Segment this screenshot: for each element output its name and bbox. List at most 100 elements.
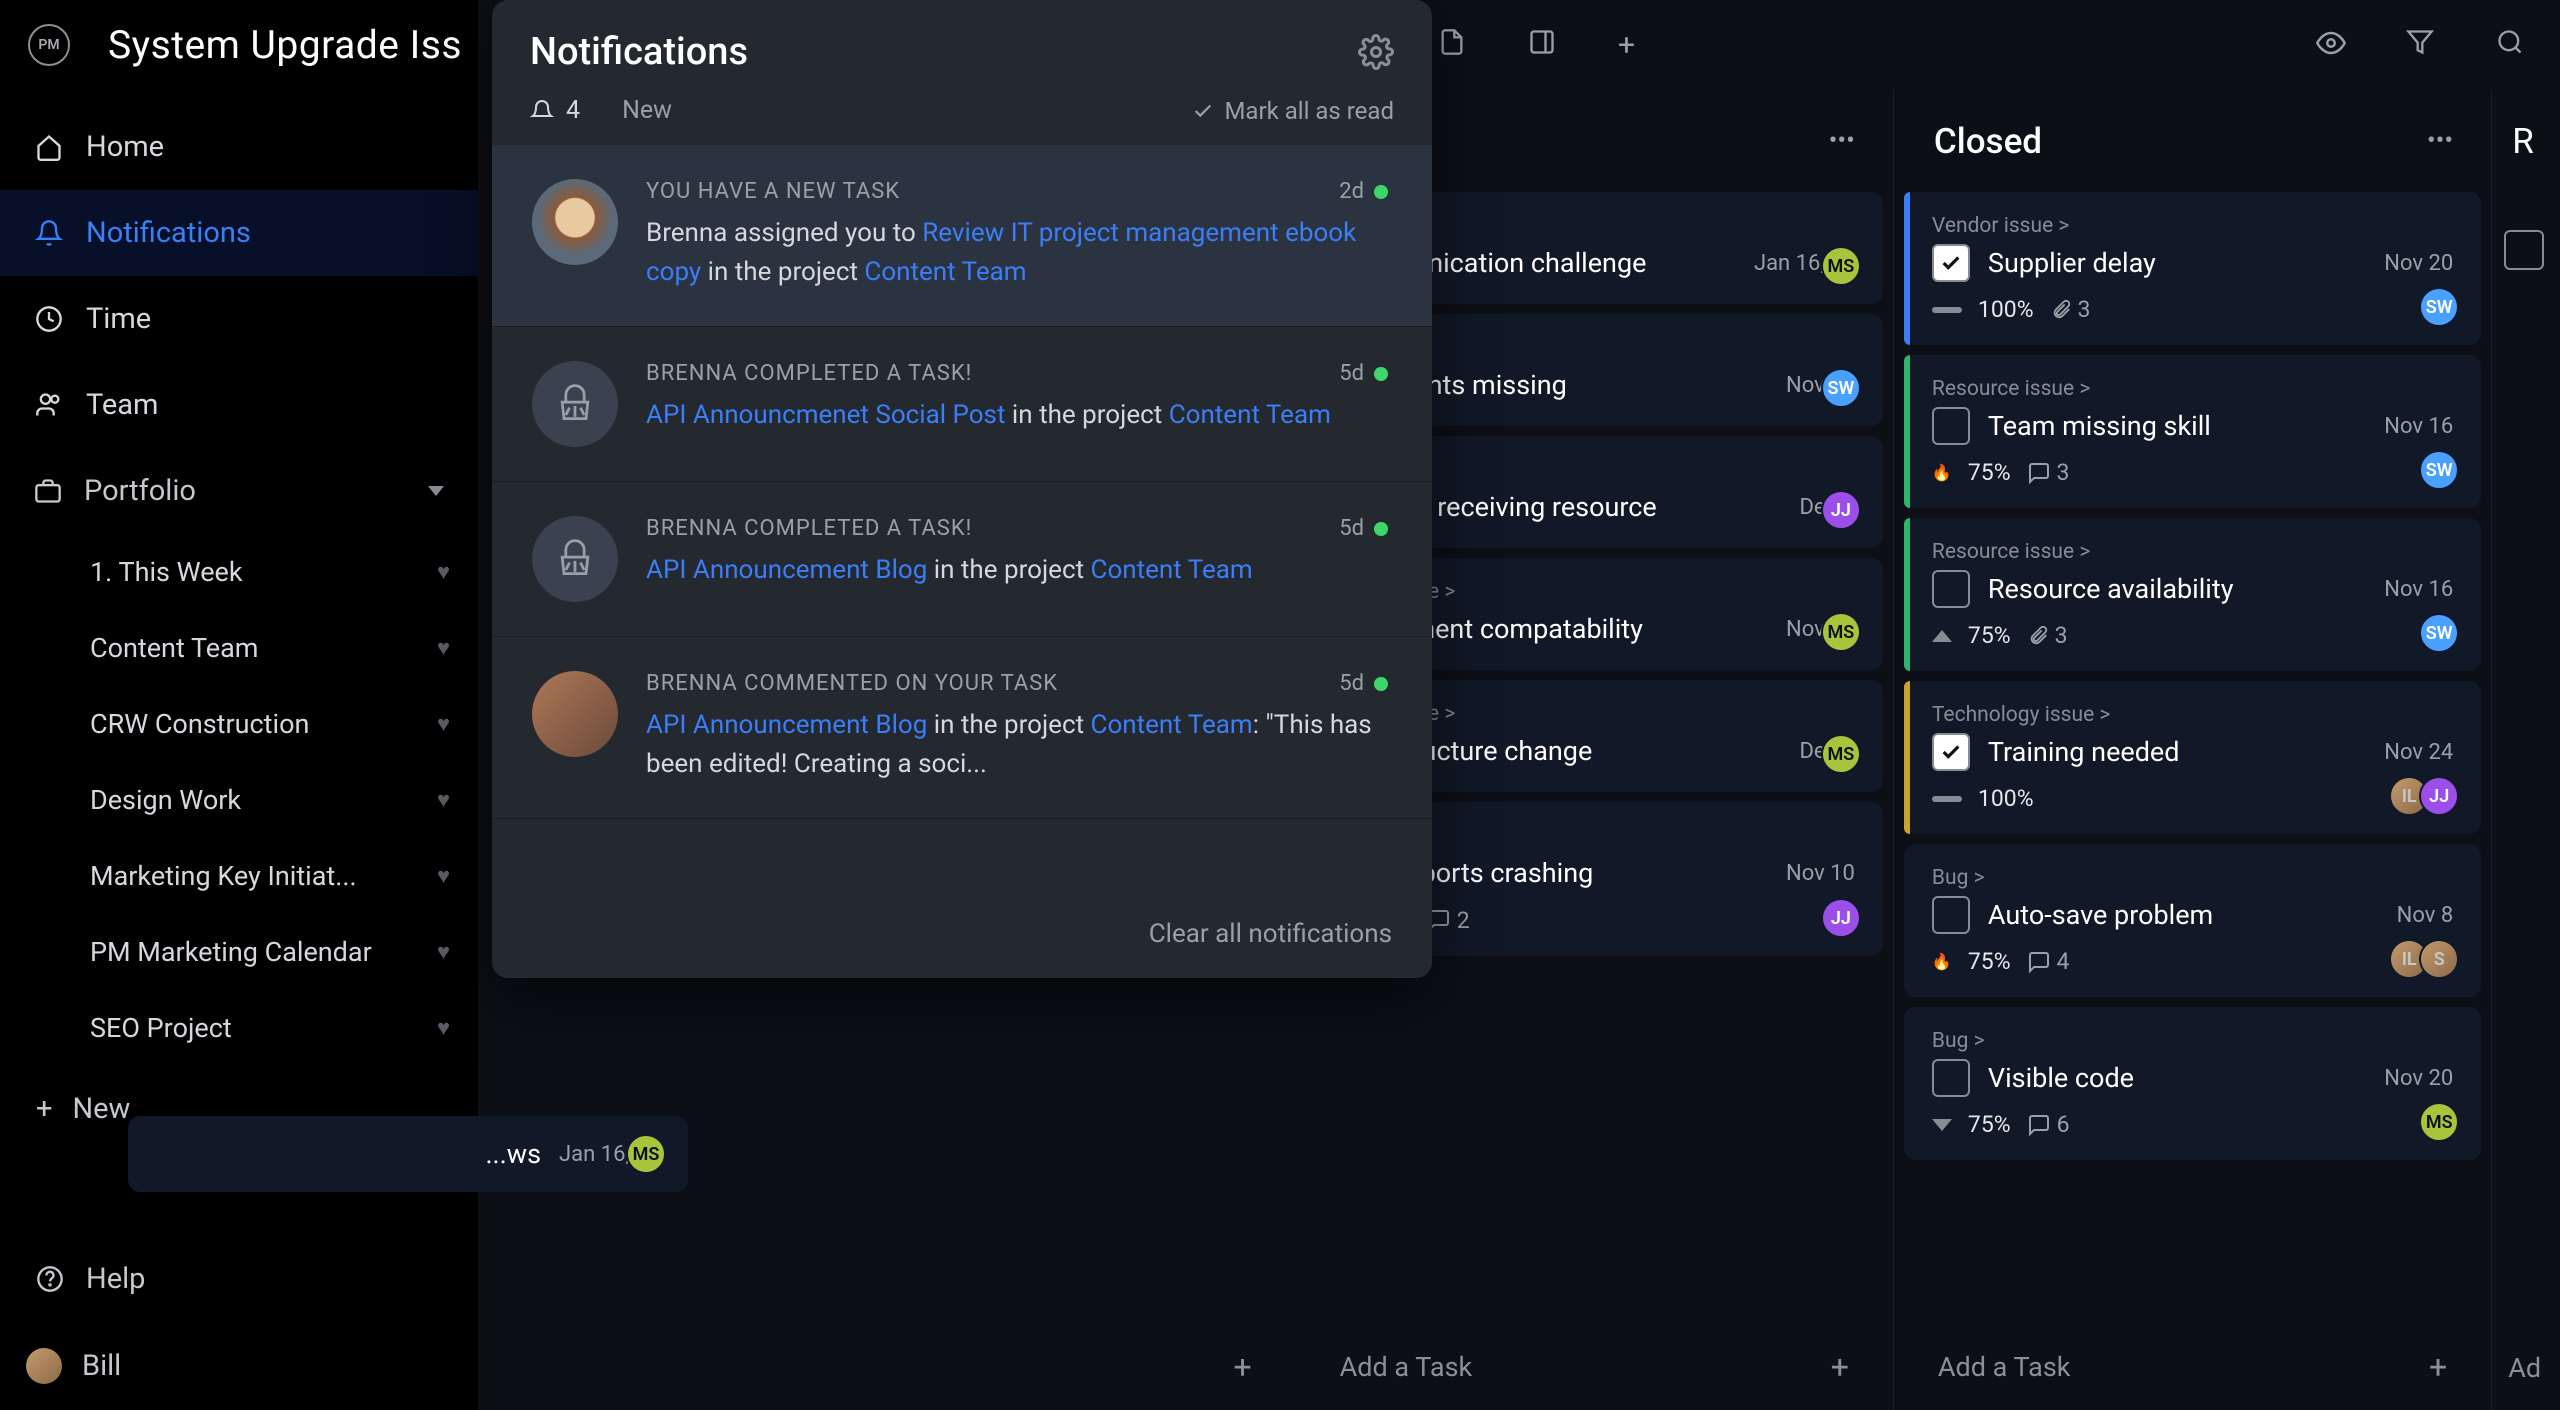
notifications-panel: Notifications 4 New Mark all as read YOU… xyxy=(492,0,1432,978)
nav-home[interactable]: Home xyxy=(0,104,478,190)
notif-link[interactable]: API Announcement Blog xyxy=(646,555,927,585)
task-title: ponent compatability xyxy=(1390,613,1768,645)
add-task-button[interactable]: Add a Task + xyxy=(1296,1324,1893,1410)
task-percent: 100% xyxy=(1978,785,2034,812)
add-task-button[interactable]: Ad xyxy=(2508,1326,2541,1410)
notif-link[interactable]: API Announcement Blog xyxy=(646,710,927,740)
heart-icon[interactable]: ♥ xyxy=(437,787,450,813)
task-checkbox[interactable] xyxy=(1932,1059,1970,1097)
task-breadcrumb[interactable]: Resource issue > xyxy=(1932,377,2453,401)
app-logo[interactable]: PM xyxy=(28,24,70,66)
notif-link[interactable]: Content Team xyxy=(1091,710,1253,740)
task-card[interactable]: Vendor issue >Supplier delayNov 20100% 3… xyxy=(1904,192,2481,345)
task-checkbox[interactable] xyxy=(1932,570,1970,608)
task-percent: 75% xyxy=(1968,459,2011,486)
task-breadcrumb[interactable]: Resource issue > xyxy=(1932,540,2453,564)
sidebar-project-seo[interactable]: SEO Project♥ xyxy=(0,990,478,1066)
task-breadcrumb[interactable]: Bug > xyxy=(1932,866,2453,890)
unread-dot-icon xyxy=(1374,522,1388,536)
task-percent: 75% xyxy=(1968,948,2011,975)
heart-icon[interactable]: ♥ xyxy=(437,635,450,661)
nav-team[interactable]: Team xyxy=(0,362,478,448)
task-breadcrumb[interactable]: Technology issue > xyxy=(1932,703,2453,727)
task-checkbox[interactable] xyxy=(1932,733,1970,771)
notif-tab-count[interactable]: 4 xyxy=(530,96,580,125)
panel-icon[interactable] xyxy=(1528,28,1562,62)
task-card[interactable]: Resource issue >Team missing skillNov 16… xyxy=(1904,355,2481,508)
team-icon xyxy=(34,390,64,420)
nav-help[interactable]: Help xyxy=(0,1236,478,1322)
notif-text: API Announcement Blog in the project Con… xyxy=(646,706,1392,784)
sidebar-project-this-week[interactable]: 1. This Week♥ xyxy=(0,534,478,610)
task-card[interactable]: Resource issue >Resource availabilityNov… xyxy=(1904,518,2481,671)
task-checkbox[interactable] xyxy=(1932,407,1970,445)
eye-icon[interactable] xyxy=(2316,28,2350,62)
column-menu-icon[interactable]: ••• xyxy=(1829,126,1855,156)
mark-all-read-button[interactable]: Mark all as read xyxy=(1192,97,1394,125)
task-checkbox[interactable] xyxy=(2504,230,2544,270)
heart-icon[interactable]: ♥ xyxy=(437,939,450,965)
heart-icon[interactable]: ♥ xyxy=(437,1015,450,1041)
add-task-button[interactable]: + xyxy=(478,1324,1296,1410)
notification-item[interactable]: BRENNA COMPLETED A TASK!API Announcmenet… xyxy=(492,327,1432,482)
clear-all-button[interactable]: Clear all notifications xyxy=(1149,919,1392,949)
task-title: Visible code xyxy=(1988,1062,2366,1094)
nav-team-label: Team xyxy=(86,388,159,422)
notif-text: API Announcement Blog in the project Con… xyxy=(646,551,1392,590)
task-card[interactable]: Bug >Auto-save problemNov 8🔥75% 4ILS xyxy=(1904,844,2481,997)
add-task-button[interactable]: Add a Task + xyxy=(1894,1324,2491,1410)
notif-link[interactable]: API Announcmenet Social Post xyxy=(646,400,1005,430)
sidebar-project-marketing[interactable]: Marketing Key Initiat...♥ xyxy=(0,838,478,914)
task-checkbox[interactable] xyxy=(1932,896,1970,934)
sidebar-project-content-team[interactable]: Content Team♥ xyxy=(0,610,478,686)
progress-bar-icon xyxy=(1932,307,1962,313)
task-breadcrumb[interactable]: Bug > xyxy=(1932,1029,2453,1053)
task-checkbox[interactable] xyxy=(1932,244,1970,282)
task-title: structure change xyxy=(1390,735,1782,767)
notif-link[interactable]: Content Team xyxy=(864,257,1026,287)
task-title: y in receiving resource xyxy=(1390,491,1782,523)
column-closed: Closed ••• Vendor issue >Supplier delayN… xyxy=(1894,90,2492,1410)
notif-link[interactable]: Content Team xyxy=(1091,555,1253,585)
current-user[interactable]: Bill xyxy=(0,1322,478,1410)
task-title: Supplier delay xyxy=(1988,247,2366,279)
task-card[interactable]: Technology issue >Training neededNov 241… xyxy=(1904,681,2481,834)
priority-down-icon xyxy=(1932,1119,1952,1131)
assignee-avatar: MS xyxy=(1821,246,1861,286)
notif-tab-new[interactable]: New xyxy=(622,96,672,125)
notif-time: 5d xyxy=(1339,361,1388,386)
assignee-avatar: MS xyxy=(2419,1102,2459,1142)
heart-icon[interactable]: ♥ xyxy=(437,711,450,737)
comment-count: 6 xyxy=(2027,1111,2070,1138)
clock-icon xyxy=(34,304,64,334)
plus-icon: + xyxy=(36,1092,52,1126)
attachment-count: 3 xyxy=(2050,296,2091,323)
flame-icon: 🔥 xyxy=(1932,463,1952,482)
task-card[interactable]: ...wsJan 16, 24 MS xyxy=(128,1116,688,1192)
heart-icon[interactable]: ♥ xyxy=(437,559,450,585)
notif-link[interactable]: Content Team xyxy=(1169,400,1331,430)
sidebar-project-crw[interactable]: CRW Construction♥ xyxy=(0,686,478,762)
page-title: System Upgrade Iss xyxy=(108,22,462,68)
column-menu-icon[interactable]: ••• xyxy=(2427,126,2453,156)
doc-icon[interactable] xyxy=(1438,28,1472,62)
sidebar-project-pm-calendar[interactable]: PM Marketing Calendar♥ xyxy=(0,914,478,990)
gear-icon[interactable] xyxy=(1358,34,1394,70)
task-title: Training needed xyxy=(1988,736,2366,768)
notification-item[interactable]: YOU HAVE A NEW TASKBrenna assigned you t… xyxy=(492,145,1432,327)
filter-icon[interactable] xyxy=(2406,28,2440,62)
task-breadcrumb[interactable]: Vendor issue > xyxy=(1932,214,2453,238)
progress-bar-icon xyxy=(1932,796,1962,802)
sidebar-project-design[interactable]: Design Work♥ xyxy=(0,762,478,838)
nav-notifications[interactable]: Notifications xyxy=(0,190,478,276)
nav-time[interactable]: Time xyxy=(0,276,478,362)
notification-item[interactable]: BRENNA COMPLETED A TASK!API Announcement… xyxy=(492,482,1432,637)
heart-icon[interactable]: ♥ xyxy=(437,863,450,889)
add-tab-icon[interactable]: + xyxy=(1618,28,1652,62)
search-icon[interactable] xyxy=(2496,28,2530,62)
nav-portfolio[interactable]: Portfolio xyxy=(0,448,478,534)
notification-item[interactable]: BRENNA COMMENTED ON YOUR TASKAPI Announc… xyxy=(492,637,1432,819)
task-percent: 75% xyxy=(1968,622,2011,649)
task-card[interactable]: Bug >Visible codeNov 2075% 6MS xyxy=(1904,1007,2481,1160)
task-date: Nov 16 xyxy=(2384,577,2453,602)
